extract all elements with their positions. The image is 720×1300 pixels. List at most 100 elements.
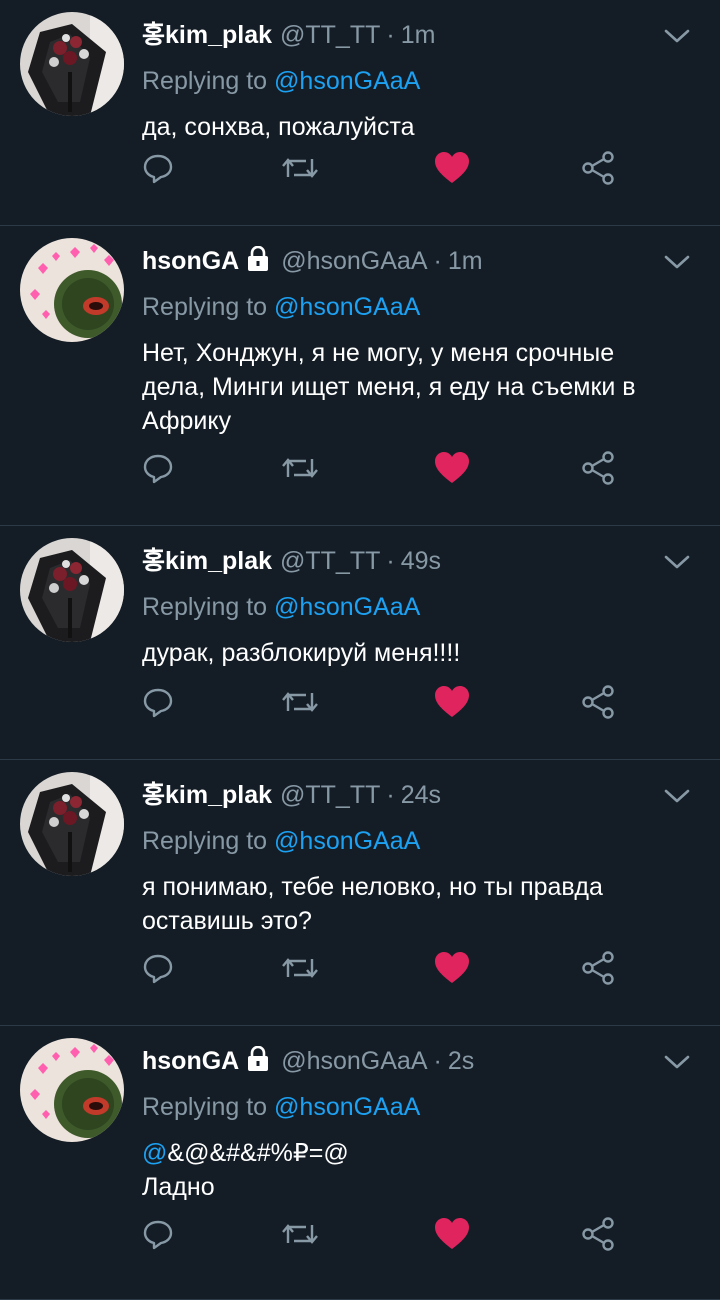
like-button[interactable] — [432, 150, 472, 190]
avatar[interactable] — [20, 538, 124, 642]
user-handle[interactable]: @TT_TT — [280, 547, 380, 575]
replying-to-link[interactable]: @hsonGAaA — [274, 1093, 420, 1121]
share-button[interactable] — [578, 684, 618, 724]
share-button[interactable] — [578, 1216, 618, 1256]
separator-dot: · — [433, 1047, 442, 1075]
retweet-button[interactable] — [280, 684, 320, 724]
timestamp[interactable]: 24s — [401, 781, 441, 809]
like-button[interactable] — [432, 450, 472, 490]
tweet[interactable]: 홍kim_plak @TT_TT · 49s Replying to @hsonGAaA… — [0, 526, 720, 760]
tweet-text-segment: да, сонхва, пожалуйста — [142, 113, 415, 141]
retweet-icon — [280, 151, 320, 190]
tweet-text-line: да, сонхва, пожалуйста — [142, 110, 700, 144]
replying-to-link[interactable]: @hsonGAaA — [274, 827, 420, 855]
share-button[interactable] — [578, 150, 618, 190]
timestamp[interactable]: 1m — [448, 247, 483, 275]
tweet-text-line: Нет, Хонджун, я не могу, у меня срочные — [142, 336, 700, 370]
tweet-header: hsonGA @hsonGAaA · 2s — [142, 1044, 650, 1078]
reply-button[interactable] — [138, 150, 178, 190]
replying-to-label: Replying to — [142, 293, 275, 321]
retweet-button[interactable] — [280, 150, 320, 190]
avatar[interactable] — [20, 238, 124, 342]
heart-icon — [434, 451, 470, 490]
retweet-icon — [280, 1217, 320, 1256]
reply-button[interactable] — [138, 1216, 178, 1256]
action-bar — [0, 150, 720, 190]
tweet-text-segment: дурак, разблокируй меня!!!! — [142, 639, 461, 667]
display-name[interactable]: 홍kim_plak — [142, 547, 272, 575]
tweet-text-line: оставишь это? — [142, 904, 700, 938]
avatar[interactable] — [20, 1038, 124, 1142]
heart-icon — [434, 151, 470, 190]
timeline: 홍kim_plak @TT_TT · 1m Replying to @hsonGAaA д… — [0, 0, 720, 1300]
lock-icon — [247, 245, 269, 281]
tweet[interactable]: 홍kim_plak @TT_TT · 1m Replying to @hsonGAaA д… — [0, 0, 720, 226]
reply-icon — [141, 451, 175, 490]
tweet[interactable]: hsonGA @hsonGAaA · 1m Replying to @hsonGAaA Н… — [0, 226, 720, 526]
replying-to-label: Replying to — [142, 67, 275, 95]
like-button[interactable] — [432, 684, 472, 724]
tweet-text-line: Африку — [142, 404, 700, 438]
separator-dot: · — [433, 247, 442, 275]
chevron-down-icon[interactable] — [662, 786, 692, 810]
replying-to: Replying to @hsonGAaA — [142, 1090, 420, 1124]
replying-to-link[interactable]: @hsonGAaA — [274, 593, 420, 621]
action-bar — [0, 1216, 720, 1256]
reply-icon — [141, 1217, 175, 1256]
tweet-header: hsonGA @hsonGAaA · 1m — [142, 244, 650, 278]
tweet-text: я понимаю, тебе неловко, но ты правда ост… — [142, 870, 700, 938]
tweet-text-segment: дела, Минги ищет меня, я еду на съемки в — [142, 373, 636, 401]
share-button[interactable] — [578, 450, 618, 490]
share-button[interactable] — [578, 950, 618, 990]
timestamp[interactable]: 49s — [401, 547, 441, 575]
mention-link[interactable]: @ — [142, 1139, 167, 1167]
display-name[interactable]: hsonGA — [142, 1047, 239, 1075]
user-handle[interactable]: @hsonGAaA — [281, 1047, 427, 1075]
replying-to-link[interactable]: @hsonGAaA — [274, 67, 420, 95]
tweet-text-segment: &@&#&#%₽=@ — [167, 1139, 349, 1167]
chevron-down-icon[interactable] — [662, 252, 692, 276]
tweet-text-segment: Ладно — [142, 1173, 215, 1201]
like-button[interactable] — [432, 950, 472, 990]
tweet[interactable]: 홍kim_plak @TT_TT · 24s Replying to @hsonGAaA… — [0, 760, 720, 1026]
chevron-down-icon[interactable] — [662, 552, 692, 576]
retweet-button[interactable] — [280, 450, 320, 490]
user-handle[interactable]: @TT_TT — [280, 781, 380, 809]
tweet-text-line: @&@&#&#%₽=@ — [142, 1136, 700, 1170]
heart-icon — [434, 685, 470, 724]
retweet-icon — [280, 951, 320, 990]
user-handle[interactable]: @TT_TT — [280, 21, 380, 49]
user-handle[interactable]: @hsonGAaA — [281, 247, 427, 275]
tweet[interactable]: hsonGA @hsonGAaA · 2s Replying to @hsonGAaA @… — [0, 1026, 720, 1300]
chevron-down-icon[interactable] — [662, 26, 692, 50]
retweet-icon — [280, 451, 320, 490]
action-bar — [0, 684, 720, 724]
display-name[interactable]: hsonGA — [142, 247, 239, 275]
display-name[interactable]: 홍kim_plak — [142, 21, 272, 49]
lock-icon — [247, 1045, 269, 1081]
retweet-button[interactable] — [280, 950, 320, 990]
reply-icon — [141, 951, 175, 990]
replying-to-label: Replying to — [142, 827, 275, 855]
reply-button[interactable] — [138, 950, 178, 990]
timestamp[interactable]: 2s — [448, 1047, 474, 1075]
replying-to-link[interactable]: @hsonGAaA — [274, 293, 420, 321]
chevron-down-icon[interactable] — [662, 1052, 692, 1076]
avatar[interactable] — [20, 772, 124, 876]
display-name[interactable]: 홍kim_plak — [142, 781, 272, 809]
retweet-button[interactable] — [280, 1216, 320, 1256]
tweet-text-segment: Нет, Хонджун, я не могу, у меня срочные — [142, 339, 615, 367]
avatar[interactable] — [20, 12, 124, 116]
tweet-text: да, сонхва, пожалуйста — [142, 110, 700, 144]
reply-button[interactable] — [138, 684, 178, 724]
replying-to: Replying to @hsonGAaA — [142, 64, 420, 98]
share-icon — [581, 684, 615, 724]
replying-to: Replying to @hsonGAaA — [142, 590, 420, 624]
tweet-header: 홍kim_plak @TT_TT · 49s — [142, 544, 650, 578]
like-button[interactable] — [432, 1216, 472, 1256]
tweet-text-segment: я понимаю, тебе неловко, но ты правда — [142, 873, 603, 901]
retweet-icon — [280, 685, 320, 724]
timestamp[interactable]: 1m — [401, 21, 436, 49]
reply-button[interactable] — [138, 450, 178, 490]
tweet-header: 홍kim_plak @TT_TT · 1m — [142, 18, 650, 52]
